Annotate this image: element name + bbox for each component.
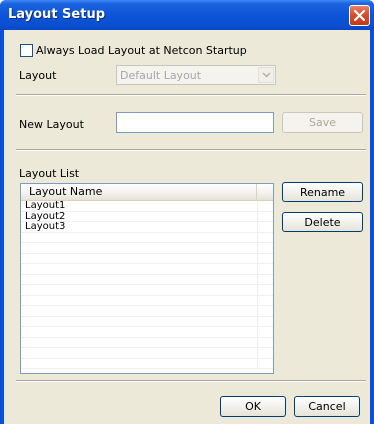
layout-list-rows: Layout1 Layout2 Layout3 (21, 201, 273, 369)
close-icon (353, 9, 366, 22)
layout-list-label: Layout List (19, 167, 80, 180)
list-item[interactable] (21, 327, 273, 338)
list-item[interactable]: Layout3 (21, 222, 273, 233)
list-item[interactable] (21, 232, 273, 243)
list-item[interactable] (21, 264, 273, 275)
cancel-button[interactable]: Cancel (294, 396, 360, 417)
window-title: Layout Setup (8, 7, 106, 22)
rename-button[interactable]: Rename (282, 182, 363, 202)
new-layout-label: New Layout (19, 118, 84, 131)
always-load-checkbox[interactable] (20, 44, 33, 57)
list-item[interactable]: Layout1 (21, 201, 273, 212)
layout-setup-window: Layout Setup Always Load Layout at Netco… (0, 0, 374, 424)
layout-dropdown-value: Default Layout (120, 69, 202, 82)
chevron-down-icon (261, 72, 271, 78)
list-item[interactable] (21, 274, 273, 285)
layout-list-header: Layout Name (21, 184, 273, 201)
list-item[interactable] (21, 348, 273, 359)
save-button[interactable]: Save (282, 112, 363, 133)
always-load-row[interactable]: Always Load Layout at Netcon Startup (20, 44, 247, 57)
list-item[interactable] (21, 337, 273, 348)
list-item[interactable] (21, 358, 273, 369)
list-item[interactable] (21, 243, 273, 254)
list-item[interactable] (21, 253, 273, 264)
column-header-layout-name[interactable]: Layout Name (21, 184, 257, 201)
layout-dropdown[interactable]: Default Layout (116, 65, 276, 85)
close-button[interactable] (349, 5, 370, 26)
list-item[interactable] (21, 295, 273, 306)
layout-label: Layout (19, 69, 57, 82)
list-item[interactable] (21, 285, 273, 296)
separator (16, 149, 366, 151)
always-load-label: Always Load Layout at Netcon Startup (36, 44, 247, 57)
separator (16, 94, 366, 96)
title-bar[interactable]: Layout Setup (0, 0, 374, 30)
ok-button[interactable]: OK (220, 396, 286, 417)
separator (16, 380, 366, 382)
dropdown-arrow-button[interactable] (258, 67, 274, 83)
list-item[interactable] (21, 316, 273, 327)
delete-button[interactable]: Delete (282, 212, 363, 232)
layout-list[interactable]: Layout Name Layout1 Layout2 Layout3 (20, 183, 274, 374)
list-item[interactable] (21, 306, 273, 317)
new-layout-input[interactable] (116, 112, 274, 133)
dialog-body: Always Load Layout at Netcon Startup Lay… (4, 30, 370, 424)
